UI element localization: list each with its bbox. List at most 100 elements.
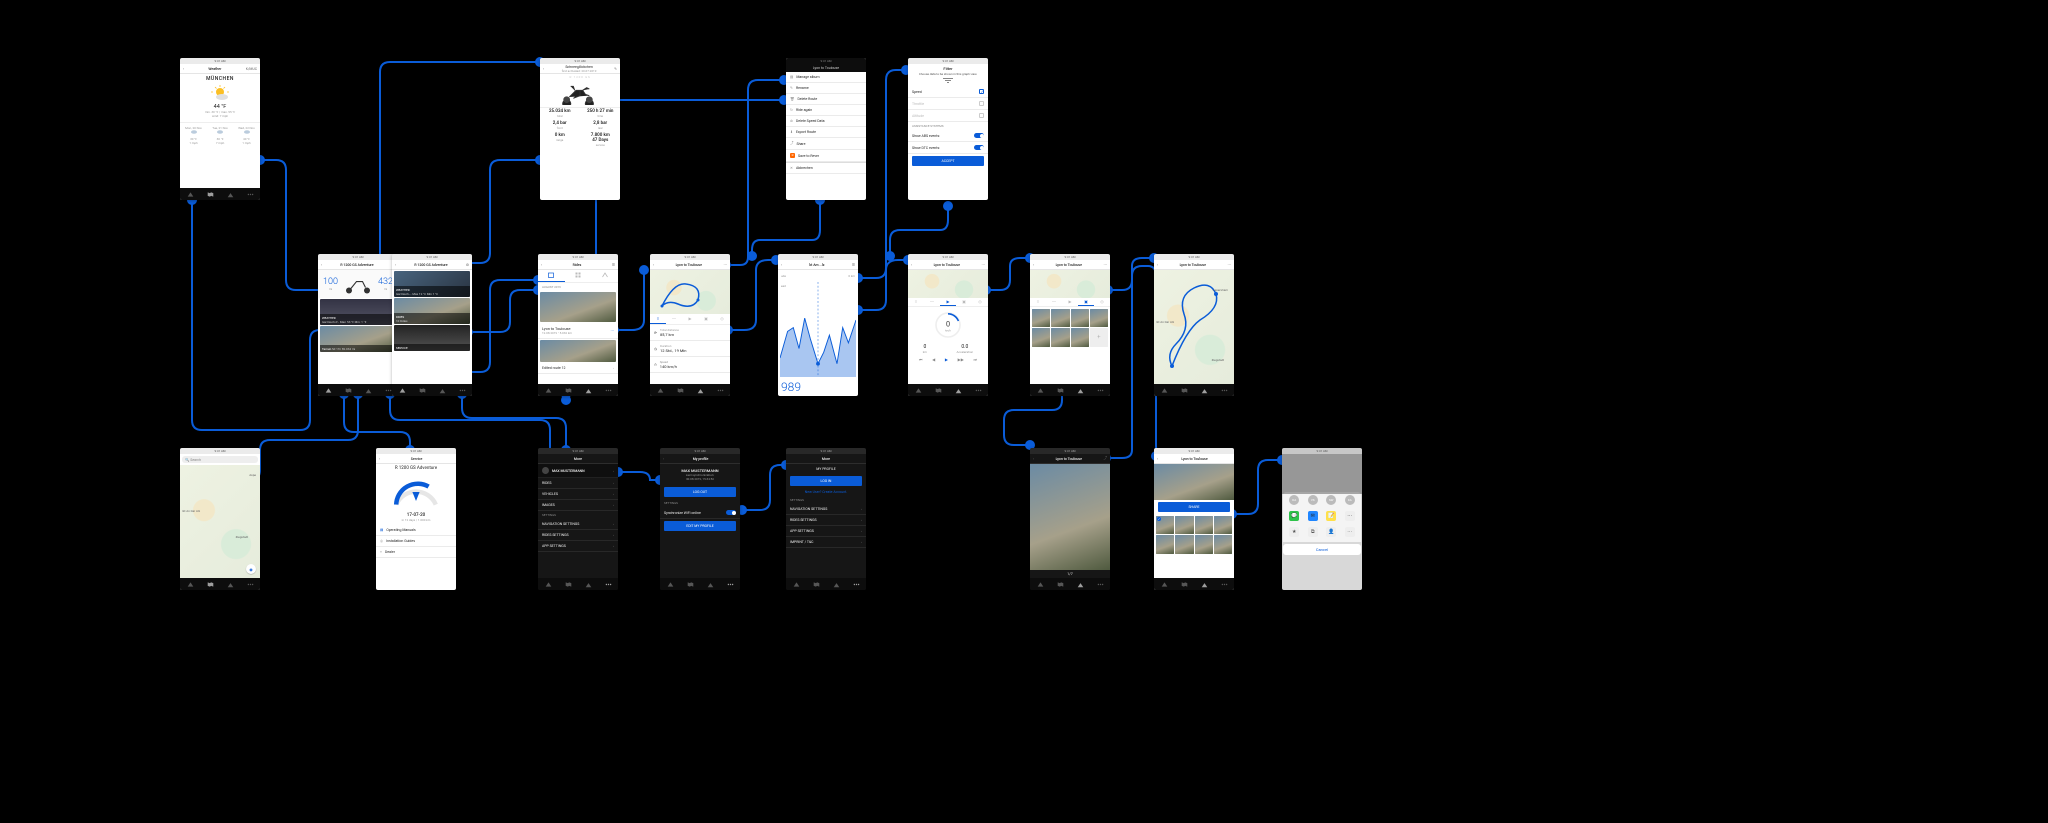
edit-profile-button[interactable]: EDIT MY PROFILE	[664, 521, 736, 531]
tab-graph[interactable]: 〰	[666, 314, 682, 324]
ride-item[interactable]: Lyon to Toulouse12.08.2019 • 5.032 km ⋯	[538, 323, 618, 339]
menu-share[interactable]: ⤴Share	[786, 138, 866, 150]
play-icon[interactable]: ▶	[945, 357, 948, 362]
tab-playback[interactable]: ▶	[682, 314, 698, 324]
filter-icon[interactable]: ☰	[612, 263, 615, 267]
tab-more[interactable]	[384, 386, 392, 394]
copy-icon[interactable]: ⧉	[1308, 527, 1318, 537]
service-manuals[interactable]: ▤Operating Manuals	[376, 525, 456, 536]
menu-export[interactable]: ⬇Export Route	[786, 127, 866, 138]
menu-rename[interactable]: ✎Rename	[786, 83, 866, 94]
menu-cancel[interactable]: ✕Abbrechen	[786, 162, 866, 174]
tab-map[interactable]	[591, 270, 618, 282]
photo-thumb[interactable]	[1032, 328, 1050, 346]
share-icon[interactable]: ⤴	[1104, 456, 1108, 461]
share-button[interactable]: SHARE	[1158, 502, 1230, 512]
photo-large[interactable]	[1030, 464, 1110, 570]
more-icon[interactable]: ⋯	[724, 263, 728, 267]
filter-icon[interactable]: ☰	[852, 263, 855, 267]
playback-map[interactable]	[908, 270, 988, 298]
toggle-dtc[interactable]: Show DTC events:	[908, 142, 988, 154]
logout-button[interactable]: LOG OUT	[664, 487, 736, 497]
more-images[interactable]: IMAGES›	[538, 500, 618, 511]
login-button[interactable]: LOG IN	[790, 476, 862, 486]
more-rides[interactable]: RIDES›	[538, 478, 618, 489]
locate-button[interactable]: ◉	[246, 564, 256, 574]
more-icon[interactable]: ⋯	[611, 329, 615, 333]
contact-avatar[interactable]: SW	[1326, 495, 1336, 505]
tab-route[interactable]: ◎	[714, 314, 730, 324]
map-view[interactable]: Aspe rkt An Der Alz Ziegstadl ◉	[180, 465, 260, 578]
cancel-button[interactable]: Cancel	[1283, 544, 1361, 555]
tab-stats[interactable]: ≡	[650, 314, 666, 324]
filter-altitude[interactable]: Altitude	[908, 110, 988, 122]
menu-save-rever[interactable]: RSave to Rever	[786, 150, 866, 162]
forecast-day[interactable]: Tue, 21 Nov 30 °F 7 mph	[212, 125, 228, 146]
tab-overview[interactable]	[226, 190, 234, 198]
more-vehicles[interactable]: VEHICLES›	[538, 489, 618, 500]
ride-card-hero[interactable]	[540, 292, 616, 322]
more-apps-icon[interactable]: ⋯	[1345, 511, 1355, 521]
ride-card[interactable]	[540, 340, 616, 362]
photo-thumb[interactable]	[1071, 309, 1089, 327]
toggle-abs[interactable]: Show ABS events:	[908, 130, 988, 142]
tab-rides[interactable]	[324, 386, 332, 394]
forward-icon[interactable]: ▶▶	[958, 357, 964, 362]
ride-map-thumbnail[interactable]	[650, 270, 730, 314]
imprint[interactable]: IMPRINT / T&C›	[786, 537, 866, 548]
location-action[interactable]: K/MUC	[246, 67, 257, 71]
wifi-sync-toggle[interactable]: Synchronize WiFi online	[660, 507, 740, 519]
assign-icon[interactable]: 👤	[1326, 527, 1336, 537]
photo-thumb[interactable]	[1032, 309, 1050, 327]
tab-map[interactable]	[344, 386, 352, 394]
tab-map[interactable]	[206, 190, 214, 198]
weather-card[interactable]: WEATHERGarmisch-P… Max: 53 °F Min: 1 °F	[320, 299, 396, 325]
cover-photo[interactable]	[1154, 464, 1234, 500]
next-icon[interactable]: ⏭	[974, 357, 978, 362]
forecast-day[interactable]: Wed, 22 Nov 40 °F 1 mph	[238, 125, 255, 146]
favorite-icon[interactable]: ★	[1289, 527, 1299, 537]
contact-avatar[interactable]: KA	[1345, 495, 1355, 505]
photo-thumb[interactable]	[1071, 328, 1089, 346]
app-settings[interactable]: APP SETTINGS›	[538, 541, 618, 552]
service-dealer[interactable]: ⌖Dealer	[376, 547, 456, 558]
gallery-map[interactable]	[1030, 270, 1110, 298]
search-input[interactable]: 🔍 Search	[182, 456, 258, 463]
prev-icon[interactable]: ⏮	[919, 357, 923, 362]
card-weather[interactable]: WEATHERGarmisch-… Max 12 °C Min 1 °C	[394, 271, 470, 297]
route-map-full[interactable]: Aspersham rkt An Der Alz Ziegstadl	[1154, 270, 1234, 384]
more-actions-icon[interactable]: ⋯	[1345, 527, 1355, 537]
filter-speed[interactable]: Speed	[908, 86, 988, 98]
messages-icon[interactable]: 💬	[1289, 511, 1299, 521]
create-account-link[interactable]: New User? Create Account.	[786, 488, 866, 496]
photo-thumb[interactable]	[1090, 309, 1108, 327]
photo-thumb[interactable]	[1051, 309, 1069, 327]
tab-photos[interactable]: ▣	[698, 314, 714, 324]
ride-item-edited[interactable]: Edited route 12›	[538, 363, 618, 374]
contact-avatar[interactable]: VS	[1308, 495, 1318, 505]
card-service[interactable]: SERVICE	[394, 325, 470, 351]
menu-delete-route[interactable]: 🗑Delete Route	[786, 94, 866, 105]
contact-avatar[interactable]: DA	[1289, 495, 1299, 505]
rides-settings[interactable]: RIDES SETTINGS›	[538, 530, 618, 541]
tab-more[interactable]	[246, 190, 254, 198]
tab-gallery[interactable]	[565, 270, 592, 282]
friends-card[interactable]: Terrain 5d 11h 82.034 mi	[320, 326, 396, 352]
speed-graph[interactable]	[780, 282, 856, 377]
service-guides[interactable]: ◎Installation Guides	[376, 536, 456, 547]
tab-list[interactable]	[538, 270, 565, 282]
profile-row[interactable]: MAX MUSTERMANN ›	[538, 464, 618, 478]
nav-settings[interactable]: NAVIGATION SETTINGS›	[538, 519, 618, 530]
edit-icon[interactable]: ✎	[614, 67, 617, 71]
menu-manage-album[interactable]: ▧Manage album	[786, 72, 866, 83]
filter-throttle[interactable]: Throttle	[908, 98, 988, 110]
photo-thumb-selected[interactable]: ✓	[1156, 516, 1174, 534]
photo-thumb[interactable]	[1051, 328, 1069, 346]
tab-overview[interactable]	[364, 386, 372, 394]
add-photo-button[interactable]: ＋	[1090, 328, 1108, 346]
menu-ride-again[interactable]: ↻Ride again	[786, 105, 866, 116]
menu-delete-speed[interactable]: ⊘Delete Speed Data	[786, 116, 866, 127]
forecast-day[interactable]: Mon, 20 Nov 30 °F 1 mph	[185, 125, 202, 146]
notes-icon[interactable]: 📝	[1326, 511, 1336, 521]
mail-icon[interactable]: ✉	[1308, 511, 1318, 521]
